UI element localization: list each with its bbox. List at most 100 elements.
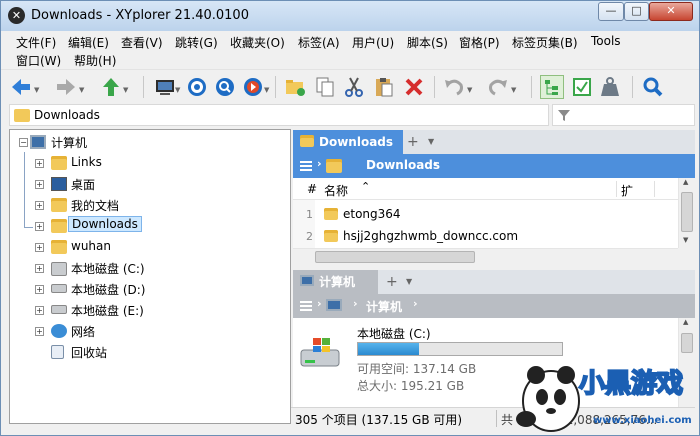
delete-icon[interactable] bbox=[402, 75, 426, 99]
address-path[interactable]: Downloads bbox=[34, 108, 100, 122]
copy-icon[interactable] bbox=[313, 75, 337, 99]
breadcrumb-computer[interactable]: 计算机 bbox=[366, 298, 402, 315]
list-item[interactable]: hsjj2ghgzhwmb_downcc.com bbox=[343, 229, 518, 243]
tab-menu-icon[interactable]: ▼ bbox=[428, 137, 434, 146]
menu-window[interactable]: 窗口(W) bbox=[16, 52, 61, 69]
menu-tabsets[interactable]: 标签页集(B) bbox=[512, 34, 578, 51]
chevron-right-icon[interactable]: › bbox=[413, 297, 418, 310]
collapse-toggle[interactable]: − bbox=[19, 138, 28, 147]
go-icon[interactable] bbox=[241, 75, 265, 99]
tree-item-network[interactable]: 网络 bbox=[71, 323, 95, 340]
tree-item-recycle-bin[interactable]: 回收站 bbox=[71, 344, 107, 361]
menu-favorites[interactable]: 收藏夹(O) bbox=[230, 34, 285, 51]
chevron-right-icon[interactable]: › bbox=[433, 157, 438, 170]
scroll-up-icon[interactable]: ▲ bbox=[683, 178, 688, 186]
tree-item-downloads[interactable]: Downloads bbox=[68, 216, 142, 232]
tab-computer[interactable]: 计算机 bbox=[293, 270, 378, 294]
menu-script[interactable]: 脚本(S) bbox=[407, 34, 448, 51]
computer-dropdown-icon[interactable]: ▼ bbox=[175, 86, 180, 94]
list-item[interactable]: etong364 bbox=[343, 207, 401, 221]
up-dropdown-icon[interactable]: ▼ bbox=[123, 86, 128, 94]
filter-icon[interactable] bbox=[557, 108, 571, 122]
menu-tools[interactable]: Tools bbox=[591, 34, 621, 48]
minimize-button[interactable]: — bbox=[598, 2, 624, 21]
scroll-down-icon[interactable]: ▼ bbox=[683, 236, 688, 244]
find-icon[interactable] bbox=[641, 75, 665, 99]
folder-icon bbox=[324, 230, 338, 242]
scrollbar-thumb[interactable] bbox=[681, 333, 693, 353]
menu-tags[interactable]: 标签(A) bbox=[298, 34, 340, 51]
column-divider[interactable] bbox=[616, 181, 617, 197]
column-number[interactable]: # bbox=[307, 182, 317, 196]
paste-icon[interactable] bbox=[372, 75, 396, 99]
tab-downloads[interactable]: Downloads bbox=[293, 130, 403, 156]
tree-item-documents[interactable]: 我的文档 bbox=[71, 197, 119, 214]
scrollbar-thumb[interactable] bbox=[681, 192, 693, 232]
tree-item-computer[interactable]: 计算机 bbox=[51, 134, 87, 151]
scroll-up-icon[interactable]: ▲ bbox=[683, 318, 688, 326]
new-folder-icon[interactable] bbox=[283, 75, 307, 99]
up-icon[interactable] bbox=[99, 75, 123, 99]
app-logo-icon[interactable]: ✕ bbox=[8, 7, 25, 24]
tree-item-desktop[interactable]: 桌面 bbox=[71, 176, 95, 193]
back-icon[interactable] bbox=[9, 75, 33, 99]
vertical-scrollbar[interactable]: ▲ ▼ bbox=[678, 178, 695, 248]
tab-menu-icon[interactable]: ▼ bbox=[406, 277, 412, 286]
column-extension[interactable]: 扩 bbox=[621, 182, 633, 199]
filter-box[interactable] bbox=[552, 104, 695, 126]
cut-icon[interactable] bbox=[342, 75, 366, 99]
undo-dropdown-icon[interactable]: ▼ bbox=[467, 86, 472, 94]
redo-dropdown-icon[interactable]: ▼ bbox=[511, 86, 516, 94]
menu-view[interactable]: 查看(V) bbox=[121, 34, 163, 51]
tree-view-icon[interactable] bbox=[540, 75, 564, 99]
menu-panes[interactable]: 窗格(P) bbox=[459, 34, 500, 51]
tree-item-drive-d[interactable]: 本地磁盘 (D:) bbox=[71, 281, 145, 298]
chevron-right-icon[interactable]: › bbox=[317, 297, 322, 310]
menu-go[interactable]: 跳转(G) bbox=[175, 34, 218, 51]
expand-toggle[interactable]: + bbox=[35, 180, 44, 189]
address-bar[interactable]: Downloads bbox=[9, 104, 549, 126]
expand-toggle[interactable]: + bbox=[35, 327, 44, 336]
expand-toggle[interactable]: + bbox=[35, 285, 44, 294]
column-name[interactable]: 名称 bbox=[324, 182, 348, 199]
back-dropdown-icon[interactable]: ▼ bbox=[34, 86, 39, 94]
go-dropdown-icon[interactable]: ▼ bbox=[264, 86, 269, 94]
maximize-button[interactable]: □ bbox=[624, 2, 649, 21]
horizontal-scrollbar[interactable] bbox=[293, 248, 678, 265]
sort-ascending-icon[interactable]: ⌃ bbox=[361, 180, 370, 193]
tree-item-wuhan[interactable]: wuhan bbox=[71, 239, 111, 253]
menu-user[interactable]: 用户(U) bbox=[352, 34, 394, 51]
new-tab-icon[interactable]: + bbox=[386, 274, 398, 290]
forward-dropdown-icon[interactable]: ▼ bbox=[79, 86, 84, 94]
expand-toggle[interactable]: + bbox=[35, 264, 44, 273]
forward-icon[interactable] bbox=[54, 75, 78, 99]
column-divider[interactable] bbox=[654, 181, 655, 197]
breadcrumb-downloads[interactable]: Downloads bbox=[366, 158, 440, 172]
menu-edit[interactable]: 编辑(E) bbox=[68, 34, 109, 51]
drive-name[interactable]: 本地磁盘 (C:) bbox=[357, 325, 431, 342]
menu-icon[interactable] bbox=[300, 161, 312, 171]
expand-toggle[interactable]: + bbox=[35, 222, 44, 231]
weight-icon[interactable] bbox=[598, 75, 622, 99]
expand-toggle[interactable]: + bbox=[35, 201, 44, 210]
menu-help[interactable]: 帮助(H) bbox=[74, 52, 116, 69]
close-button[interactable]: ✕ bbox=[649, 2, 693, 21]
chevron-right-icon[interactable]: › bbox=[353, 297, 358, 310]
menu-icon[interactable] bbox=[300, 301, 312, 311]
expand-toggle[interactable]: + bbox=[35, 159, 44, 168]
chevron-right-icon[interactable]: › bbox=[317, 157, 322, 170]
tree-item-drive-e[interactable]: 本地磁盘 (E:) bbox=[71, 302, 144, 319]
scrollbar-thumb[interactable] bbox=[315, 251, 475, 263]
tree-item-links[interactable]: Links bbox=[71, 155, 102, 169]
redo-icon[interactable] bbox=[486, 75, 510, 99]
tree-item-drive-c[interactable]: 本地磁盘 (C:) bbox=[71, 260, 145, 277]
new-tab-icon[interactable]: + bbox=[407, 134, 419, 150]
undo-icon[interactable] bbox=[442, 75, 466, 99]
target-icon[interactable] bbox=[185, 75, 209, 99]
expand-toggle[interactable]: + bbox=[35, 243, 44, 252]
expand-toggle[interactable]: + bbox=[35, 306, 44, 315]
search-globe-icon[interactable] bbox=[213, 75, 237, 99]
menu-file[interactable]: 文件(F) bbox=[16, 34, 56, 51]
checkbox-icon[interactable] bbox=[570, 75, 594, 99]
computer-icon[interactable] bbox=[153, 75, 177, 99]
